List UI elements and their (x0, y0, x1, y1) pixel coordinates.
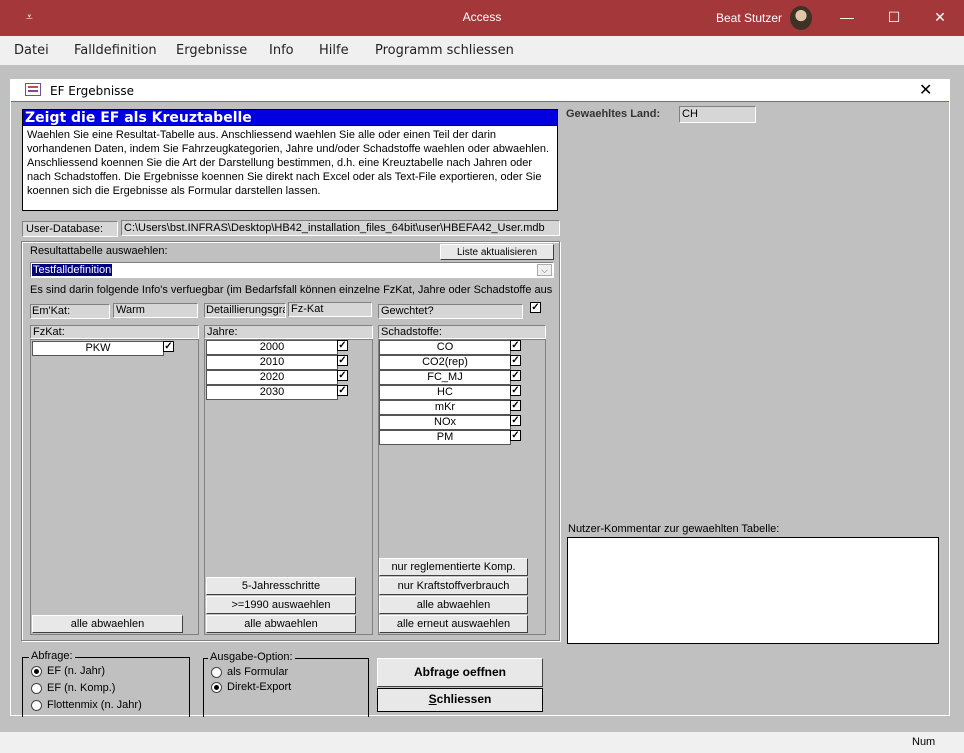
user-name[interactable]: Beat Stutzer (716, 11, 782, 25)
gewichtet-label: Gewchtet? (378, 304, 523, 319)
title-bar: ⩡ Access Beat Stutzer — ☐ ✕ (0, 0, 964, 36)
jahre-item-checkbox[interactable]: ✓ (337, 355, 348, 366)
status-bar: Num (0, 732, 964, 753)
gewichtet-checkbox[interactable]: ✓ (530, 302, 541, 313)
description-text: Waehlen Sie eine Resultat-Tabelle aus. A… (22, 126, 558, 211)
document-title: EF Ergebnisse (50, 84, 135, 98)
jahre-item-checkbox[interactable]: ✓ (337, 385, 348, 396)
result-table-selected: Testfalldefinition (32, 264, 113, 276)
jahre-item[interactable]: 2020 (206, 370, 338, 385)
close-icon[interactable]: ✕ (929, 7, 951, 27)
menu-bar: Datei Falldefinition Ergebnisse Info Hil… (0, 36, 964, 65)
abfrage-legend: Abfrage: (29, 650, 75, 662)
schadstoff-item[interactable]: HC (379, 385, 511, 400)
schadstoff-item[interactable]: CO2(rep) (379, 355, 511, 370)
schadstoff-item-checkbox[interactable]: ✓ (510, 340, 521, 351)
schadstoff-item-checkbox[interactable]: ✓ (510, 415, 521, 426)
jahre-item-checkbox[interactable]: ✓ (337, 340, 348, 351)
menu-programm-schliessen[interactable]: Programm schliessen (375, 43, 514, 58)
fzkat-list (30, 339, 199, 635)
ausgabe-legend: Ausgabe-Option: (208, 651, 295, 663)
detail-value: Fz-Kat (288, 302, 372, 317)
abfrage-radio-ef-komp[interactable] (31, 683, 42, 694)
document-close-icon[interactable]: ✕ (919, 80, 932, 100)
only-regulated-button[interactable]: nur reglementierte Komp. (379, 558, 528, 576)
close-button-accesskey: S (428, 692, 437, 706)
ausgabe-option-label: Direkt-Export (227, 681, 292, 693)
chevron-down-icon[interactable]: ⌵ (537, 264, 552, 276)
info-text: Es sind darin folgende Info's verfuegbar… (30, 284, 552, 296)
schadstoffe-header: Schadstoffe: (378, 325, 546, 339)
jahre-item-checkbox[interactable]: ✓ (337, 370, 348, 381)
select-from-1990-button[interactable]: >=1990 auswaehlen (206, 596, 356, 614)
open-query-button[interactable]: Abfrage oeffnen (377, 658, 543, 687)
abfrage-option-label: EF (n. Jahr) (47, 665, 106, 677)
schadstoff-item[interactable]: FC_MJ (379, 370, 511, 385)
schadstoff-item-checkbox[interactable]: ✓ (510, 355, 521, 366)
abfrage-option-label: Flottenmix (n. Jahr) (47, 699, 142, 711)
menu-falldefinition[interactable]: Falldefinition (74, 43, 157, 58)
jahre-header: Jahre: (204, 325, 373, 339)
fzkat-item-checkbox[interactable]: ✓ (163, 341, 174, 352)
menu-datei[interactable]: Datei (14, 43, 49, 58)
schadstoff-item[interactable]: PM (379, 430, 511, 445)
num-lock-indicator: Num (912, 736, 936, 748)
jahre-item[interactable]: 2030 (206, 385, 338, 400)
schadstoff-item[interactable]: NOx (379, 415, 511, 430)
detail-label: Detaillierungsgrad (204, 303, 286, 318)
resultattabelle-label: Resultattabelle auswaehlen: (30, 245, 168, 257)
document-tab-header: EF Ergebnisse ✕ (11, 80, 949, 102)
schadstoff-item-checkbox[interactable]: ✓ (510, 400, 521, 411)
schadstoff-item[interactable]: mKr (379, 400, 511, 415)
schadstoffe-deselect-all-button[interactable]: alle abwaehlen (379, 596, 528, 614)
abfrage-radio-flottenmix[interactable] (31, 700, 42, 711)
app-title: Access (462, 10, 502, 24)
fzkat-item[interactable]: PKW (32, 341, 164, 356)
page-title: Zeigt die EF als Kreuztabelle (25, 110, 252, 126)
land-label: Gewaehltes Land: (566, 108, 661, 120)
only-fuel-consumption-button[interactable]: nur Kraftstoffverbrauch (379, 577, 528, 595)
maximize-icon[interactable]: ☐ (883, 7, 905, 27)
userdb-path: C:\Users\bst.INFRAS\Desktop\HB42_install… (121, 220, 560, 236)
schadstoff-item-checkbox[interactable]: ✓ (510, 430, 521, 441)
land-value: CH (679, 106, 756, 123)
abfrage-option-label: EF (n. Komp.) (47, 682, 116, 694)
emkat-label: Em'Kat: (30, 304, 110, 319)
jahre-deselect-all-button[interactable]: alle abwaehlen (206, 615, 356, 633)
reselect-all-button[interactable]: alle erneut auswaehlen (379, 615, 528, 633)
avatar[interactable] (790, 6, 812, 30)
emkat-value: Warm (113, 303, 198, 318)
ausgabe-radio-direkt-export[interactable] (211, 682, 222, 693)
close-button-label: chliessen (436, 692, 492, 706)
comment-field[interactable] (567, 537, 939, 644)
jahre-item[interactable]: 2000 (206, 340, 338, 355)
menu-ergebnisse[interactable]: Ergebnisse (176, 43, 247, 58)
userdb-label: User-Database: (22, 221, 118, 237)
jahre-item[interactable]: 2010 (206, 355, 338, 370)
schadstoff-item-checkbox[interactable]: ✓ (510, 385, 521, 396)
comment-label: Nutzer-Kommentar zur gewaehlten Tabelle: (568, 523, 780, 535)
result-table-combo[interactable]: Testfalldefinition ⌵ (30, 262, 554, 278)
heading-bar: Zeigt die EF als Kreuztabelle (22, 109, 558, 126)
minimize-icon[interactable]: — (836, 7, 858, 27)
ausgabe-radio-formular[interactable] (211, 667, 222, 678)
abfrage-radio-ef-jahr[interactable] (31, 666, 42, 677)
fzkat-header: FzKat: (30, 325, 199, 339)
menu-hilfe[interactable]: Hilfe (319, 43, 349, 58)
menu-info[interactable]: Info (269, 43, 294, 58)
schadstoff-item-checkbox[interactable]: ✓ (510, 370, 521, 381)
close-button[interactable]: Schliessen (377, 688, 543, 712)
five-year-steps-button[interactable]: 5-Jahresschritte (206, 577, 356, 595)
ausgabe-option-label: als Formular (227, 666, 289, 678)
schadstoff-item[interactable]: CO (379, 340, 511, 355)
fzkat-deselect-all-button[interactable]: alle abwaehlen (32, 615, 183, 633)
form-icon (25, 83, 41, 96)
refresh-list-button[interactable]: Liste aktualisieren (440, 244, 554, 260)
